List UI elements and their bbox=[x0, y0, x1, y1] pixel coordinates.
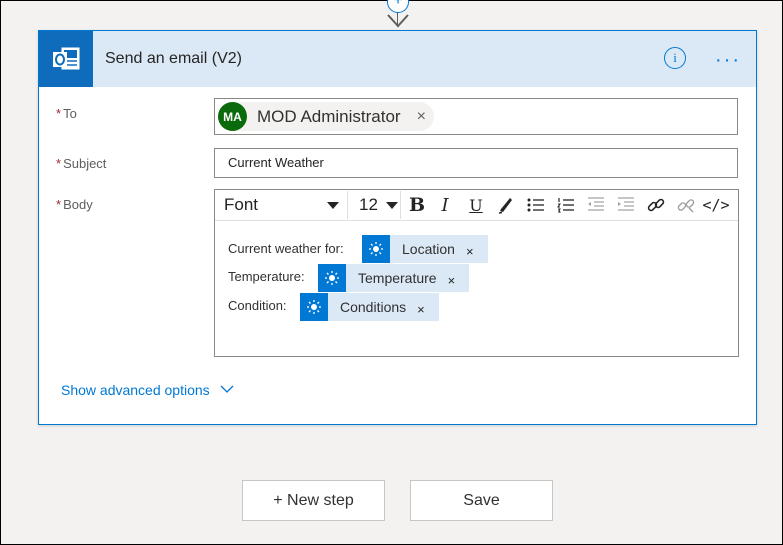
subject-label: * Subject bbox=[56, 156, 106, 171]
show-advanced-options-link[interactable]: Show advanced options bbox=[61, 382, 234, 398]
bold-button[interactable]: B bbox=[403, 191, 431, 219]
outlook-icon bbox=[39, 31, 93, 87]
new-step-button[interactable]: + New step bbox=[242, 480, 385, 521]
editor-toolbar: Font 12 B I U </> bbox=[215, 190, 738, 221]
bullet-list-icon[interactable] bbox=[522, 191, 550, 219]
dynamic-token-temperature[interactable]: Temperature × bbox=[318, 264, 470, 292]
advanced-options-label: Show advanced options bbox=[61, 382, 210, 398]
more-options-icon[interactable]: ··· bbox=[715, 49, 741, 72]
decrease-indent-icon[interactable] bbox=[582, 191, 610, 219]
sun-icon bbox=[362, 235, 390, 263]
required-marker: * bbox=[56, 197, 62, 212]
subject-label-text: Subject bbox=[63, 156, 107, 171]
required-marker: * bbox=[56, 106, 62, 121]
send-email-card: Send an email (V2) i ··· * To MA MOD Admi… bbox=[38, 30, 757, 425]
body-line-3-text: Condition: bbox=[228, 298, 287, 313]
subject-input[interactable]: Current Weather bbox=[214, 148, 738, 178]
remove-token-icon[interactable]: × bbox=[417, 302, 425, 317]
increase-indent-icon[interactable] bbox=[612, 191, 640, 219]
code-view-icon[interactable]: </> bbox=[702, 191, 730, 219]
required-marker: * bbox=[56, 156, 62, 171]
dynamic-token-conditions[interactable]: Conditions × bbox=[300, 293, 439, 321]
token-label: Conditions bbox=[340, 299, 407, 315]
link-icon[interactable] bbox=[642, 191, 670, 219]
token-label: Location bbox=[402, 241, 455, 257]
italic-button[interactable]: I bbox=[431, 191, 459, 219]
dynamic-token-location[interactable]: Location × bbox=[362, 235, 488, 263]
save-button[interactable]: Save bbox=[410, 480, 553, 521]
font-size-value: 12 bbox=[359, 195, 378, 214]
font-color-icon[interactable] bbox=[492, 191, 520, 219]
avatar: MA bbox=[218, 102, 247, 131]
underline-button[interactable]: U bbox=[462, 191, 490, 219]
info-icon[interactable]: i bbox=[664, 47, 686, 69]
numbered-list-icon[interactable] bbox=[552, 191, 580, 219]
unlink-icon[interactable] bbox=[672, 191, 700, 219]
sun-icon bbox=[300, 293, 328, 321]
chevron-down-icon bbox=[386, 202, 398, 209]
chevron-down-icon bbox=[220, 385, 234, 393]
font-select[interactable]: Font bbox=[217, 191, 348, 219]
card-title: Send an email (V2) bbox=[105, 50, 242, 67]
to-label-text: To bbox=[63, 106, 77, 121]
font-select-value: Font bbox=[224, 195, 259, 214]
remove-token-icon[interactable]: × bbox=[448, 273, 456, 288]
body-line-2-text: Temperature: bbox=[228, 269, 305, 284]
to-field[interactable]: MA MOD Administrator × bbox=[214, 98, 738, 135]
remove-recipient-icon[interactable]: × bbox=[417, 108, 426, 126]
recipient-name: MOD Administrator bbox=[257, 106, 401, 126]
body-label-text: Body bbox=[63, 197, 93, 212]
arrow-down-icon bbox=[387, 14, 409, 28]
font-size-select[interactable]: 12 bbox=[353, 191, 401, 219]
card-header[interactable]: Send an email (V2) i ··· bbox=[39, 31, 756, 87]
to-label: * To bbox=[56, 106, 77, 121]
sun-icon bbox=[318, 264, 346, 292]
chevron-down-icon bbox=[327, 202, 339, 209]
body-editor[interactable]: Font 12 B I U </> Current weather for: L… bbox=[214, 189, 739, 357]
body-line-1-text: Current weather for: bbox=[228, 241, 344, 256]
token-label: Temperature bbox=[358, 270, 437, 286]
body-label: * Body bbox=[56, 197, 93, 212]
remove-token-icon[interactable]: × bbox=[466, 244, 474, 259]
recipient-chip[interactable]: MA MOD Administrator × bbox=[218, 102, 434, 131]
